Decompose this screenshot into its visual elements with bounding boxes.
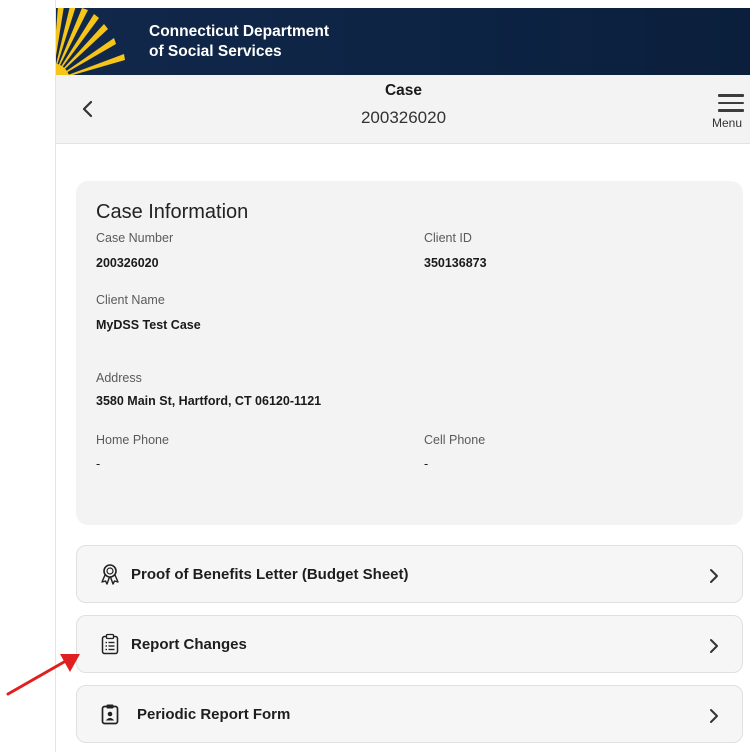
clipboard-list-icon <box>101 633 119 655</box>
chevron-right-icon <box>710 569 718 583</box>
page-title: Case <box>384 82 423 99</box>
report-changes-label: Report Changes <box>131 636 247 653</box>
agency-header: Connecticut Department of Social Service… <box>56 8 750 75</box>
cell-phone-label: Cell Phone <box>424 433 486 447</box>
chevron-right-icon <box>710 639 718 653</box>
annotation-arrow-icon <box>6 654 80 696</box>
client-name-label: Client Name <box>96 293 165 307</box>
agency-name-line2: of Social Services <box>149 43 282 60</box>
home-phone-label: Home Phone <box>96 433 169 447</box>
proof-of-benefits-label: Proof of Benefits Letter (Budget Sheet) <box>131 566 409 583</box>
case-number-label: Case Number <box>96 231 174 245</box>
client-id-value: 350136873 <box>424 256 487 270</box>
cell-phone-value: - <box>424 457 429 471</box>
award-ribbon-icon <box>101 564 119 585</box>
hamburger-icon <box>718 94 744 117</box>
clipboard-user-icon <box>101 704 119 725</box>
agency-name: Connecticut Department of Social Service… <box>149 22 329 62</box>
client-name-value: MyDSS Test Case <box>96 318 201 332</box>
client-id-label: Client ID <box>424 231 472 245</box>
proof-of-benefits-button[interactable]: Proof of Benefits Letter (Budget Sheet) <box>76 545 743 603</box>
menu-button[interactable]: Menu <box>708 94 750 134</box>
home-phone-value: - <box>96 457 101 471</box>
app-window: Connecticut Department of Social Service… <box>55 0 750 752</box>
case-number-value: 200326020 <box>96 256 159 270</box>
case-number-subtitle: 200326020 <box>360 108 447 127</box>
periodic-report-form-button[interactable]: Periodic Report Form <box>76 685 743 743</box>
chevron-right-icon <box>710 709 718 723</box>
case-information-card: Case Information Case Number 200326020 C… <box>76 181 743 525</box>
case-topbar: Case 200326020 Menu <box>56 75 750 144</box>
agency-name-line1: Connecticut Department <box>149 23 329 40</box>
card-heading: Case Information <box>96 201 249 223</box>
report-changes-button[interactable]: Report Changes <box>76 615 743 673</box>
sunburst-logo <box>56 8 125 75</box>
menu-label: Menu <box>712 116 743 130</box>
address-value: 3580 Main St, Hartford, CT 06120-1121 <box>96 394 322 408</box>
periodic-report-form-label: Periodic Report Form <box>137 706 291 723</box>
address-label: Address <box>96 371 142 385</box>
